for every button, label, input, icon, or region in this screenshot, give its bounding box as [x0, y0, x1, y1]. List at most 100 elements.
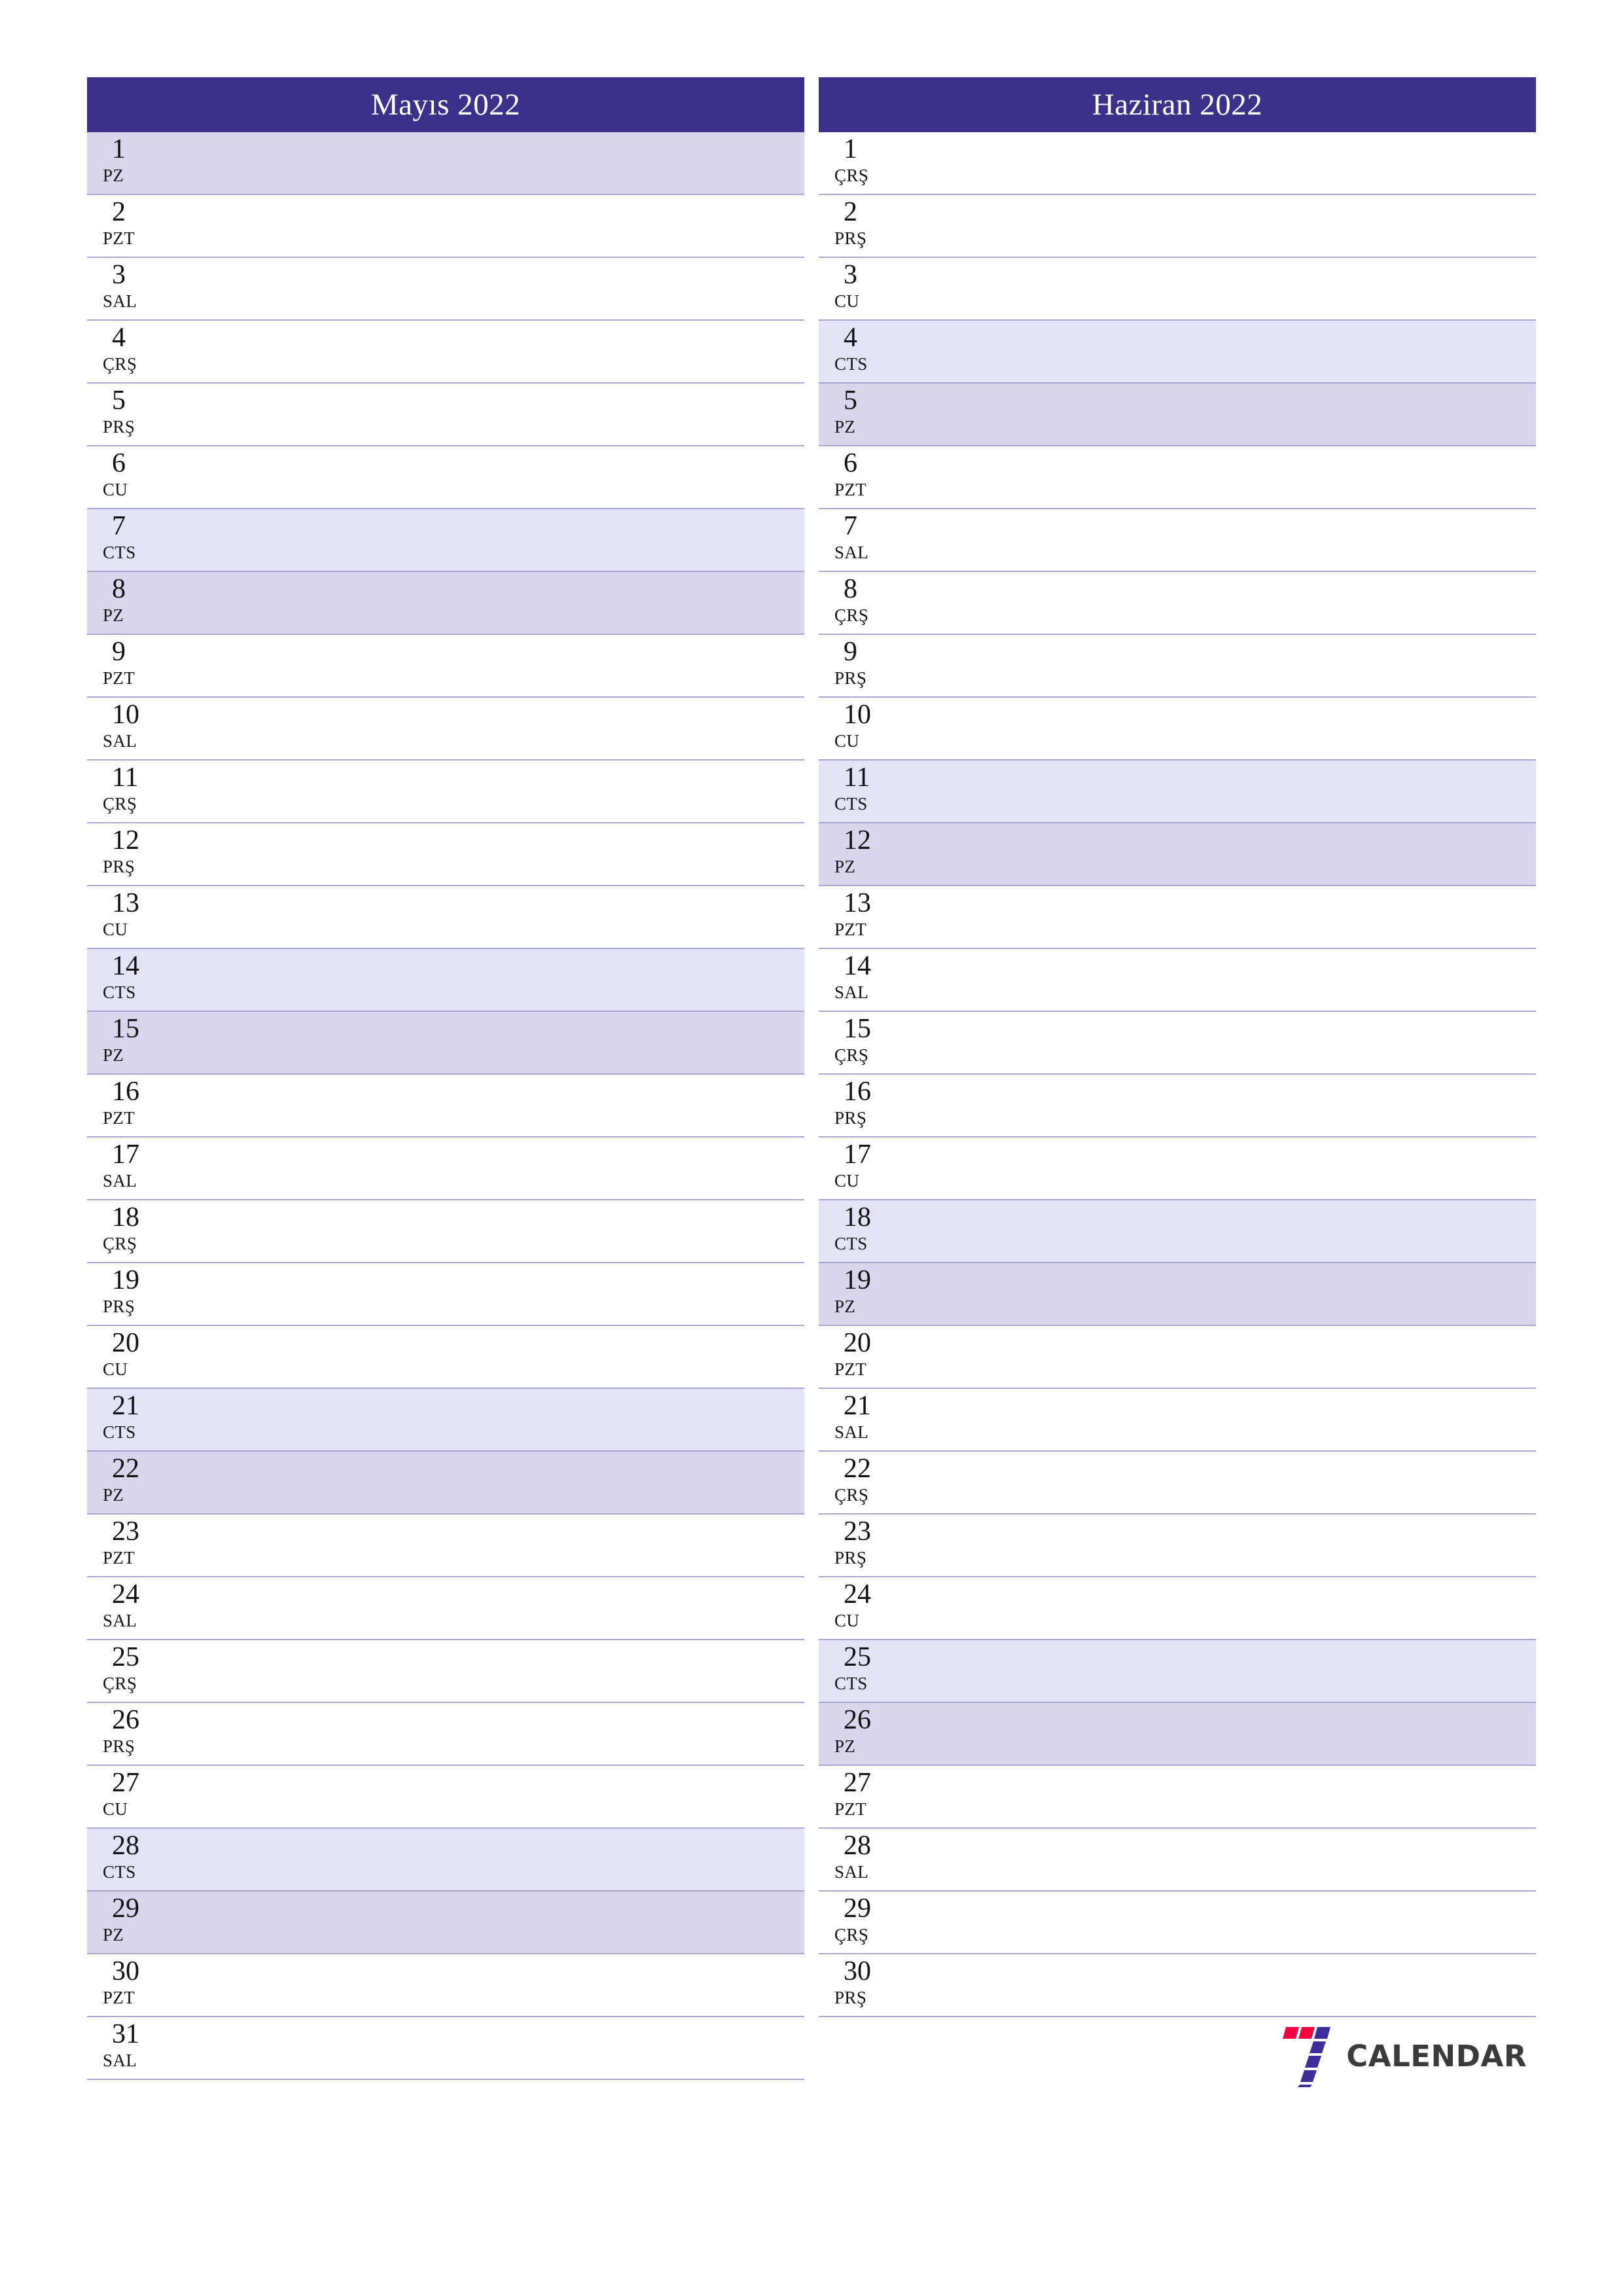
day-number: 10 [844, 700, 871, 730]
day-row[interactable]: 16 PZT [87, 1075, 804, 1138]
day-weekday-abbr: ÇRŞ [834, 166, 869, 185]
day-row[interactable]: 9 PRŞ [819, 635, 1536, 698]
day-weekday-abbr: PZ [103, 605, 124, 625]
day-number: 15 [112, 1014, 139, 1044]
day-row[interactable]: 11 CTS [819, 761, 1536, 823]
day-row[interactable]: 23 PRŞ [819, 1515, 1536, 1577]
day-row[interactable]: 24 CU [819, 1577, 1536, 1640]
day-weekday-abbr: PRŞ [103, 1297, 135, 1316]
day-row[interactable]: 22 PZ [87, 1452, 804, 1515]
day-row[interactable]: 12 PZ [819, 823, 1536, 886]
day-row[interactable]: 10 CU [819, 698, 1536, 761]
day-row[interactable]: 6 CU [87, 446, 804, 509]
day-row[interactable]: 1 ÇRŞ [819, 132, 1536, 195]
calendar-logo[interactable]: CALENDAR [1275, 2024, 1527, 2087]
day-weekday-abbr: CU [834, 1171, 860, 1191]
day-row[interactable]: 24 SAL [87, 1577, 804, 1640]
day-row[interactable]: 13 CU [87, 886, 804, 949]
day-row[interactable]: 17 SAL [87, 1138, 804, 1200]
day-weekday-abbr: PRŞ [834, 1548, 867, 1568]
day-row[interactable]: 29 ÇRŞ [819, 1892, 1536, 1954]
day-row[interactable]: 8 ÇRŞ [819, 572, 1536, 635]
day-list: 1 PZ 2 PZT 3 SAL 4 ÇRŞ 5 PRŞ 6 CU 7 CTS … [87, 132, 804, 2080]
day-row[interactable]: 8 PZ [87, 572, 804, 635]
day-number: 9 [844, 637, 857, 667]
day-weekday-abbr: PZ [103, 166, 124, 185]
day-row[interactable]: 5 PZ [819, 384, 1536, 446]
day-row[interactable]: 7 CTS [87, 509, 804, 572]
day-number: 29 [112, 1893, 139, 1924]
day-number: 22 [112, 1454, 139, 1484]
day-row[interactable]: 12 PRŞ [87, 823, 804, 886]
day-row[interactable]: 11 ÇRŞ [87, 761, 804, 823]
day-number: 21 [112, 1391, 139, 1421]
day-row[interactable]: 1 PZ [87, 132, 804, 195]
day-number: 18 [844, 1202, 871, 1232]
day-weekday-abbr: PRŞ [103, 1736, 135, 1756]
day-row[interactable]: 13 PZT [819, 886, 1536, 949]
day-weekday-abbr: CU [103, 1359, 128, 1379]
day-row[interactable]: 20 PZT [819, 1326, 1536, 1389]
day-row[interactable]: 19 PRŞ [87, 1263, 804, 1326]
day-row[interactable]: 30 PRŞ [819, 1954, 1536, 2017]
day-row[interactable]: 31 SAL [87, 2017, 804, 2080]
day-weekday-abbr: PZT [834, 1799, 867, 1819]
day-weekday-abbr: SAL [103, 1611, 137, 1630]
day-weekday-abbr: PZT [834, 920, 867, 939]
day-row[interactable]: 2 PRŞ [819, 195, 1536, 258]
day-number: 12 [112, 825, 139, 855]
day-row[interactable]: 26 PZ [819, 1703, 1536, 1766]
day-row[interactable]: 27 PZT [819, 1766, 1536, 1829]
day-row[interactable]: 30 PZT [87, 1954, 804, 2017]
day-weekday-abbr: SAL [103, 291, 137, 311]
day-row[interactable]: 20 CU [87, 1326, 804, 1389]
day-number: 24 [112, 1579, 139, 1609]
day-number: 28 [844, 1831, 871, 1861]
day-row[interactable]: 2 PZT [87, 195, 804, 258]
day-row[interactable]: 14 SAL [819, 949, 1536, 1012]
day-weekday-abbr: PZT [103, 1988, 135, 2007]
day-row[interactable]: 23 PZT [87, 1515, 804, 1577]
day-number: 8 [112, 574, 126, 604]
day-number: 30 [112, 1956, 139, 1986]
day-row[interactable]: 26 PRŞ [87, 1703, 804, 1766]
month-column: Haziran 2022 1 ÇRŞ 2 PRŞ 3 CU 4 CTS 5 PZ… [819, 77, 1536, 2094]
day-row[interactable]: 19 PZ [819, 1263, 1536, 1326]
day-weekday-abbr: PRŞ [834, 1108, 867, 1128]
day-row[interactable]: 17 CU [819, 1138, 1536, 1200]
day-row[interactable]: 7 SAL [819, 509, 1536, 572]
day-row[interactable]: 15 PZ [87, 1012, 804, 1075]
day-row[interactable]: 3 CU [819, 258, 1536, 321]
day-weekday-abbr: CTS [834, 794, 868, 814]
day-row[interactable]: 18 ÇRŞ [87, 1200, 804, 1263]
day-weekday-abbr: ÇRŞ [103, 354, 137, 374]
day-number: 28 [112, 1831, 139, 1861]
day-row[interactable]: 25 CTS [819, 1640, 1536, 1703]
day-row[interactable]: 21 CTS [87, 1389, 804, 1452]
day-weekday-abbr: PZT [103, 668, 135, 688]
day-row[interactable]: 22 ÇRŞ [819, 1452, 1536, 1515]
day-number: 3 [112, 260, 126, 290]
day-row[interactable]: 6 PZT [819, 446, 1536, 509]
day-row[interactable]: 16 PRŞ [819, 1075, 1536, 1138]
day-row[interactable]: 18 CTS [819, 1200, 1536, 1263]
day-row[interactable]: 4 ÇRŞ [87, 321, 804, 384]
day-row[interactable]: 21 SAL [819, 1389, 1536, 1452]
day-number: 2 [112, 197, 126, 227]
day-row[interactable]: 25 ÇRŞ [87, 1640, 804, 1703]
day-row[interactable]: 3 SAL [87, 258, 804, 321]
day-number: 14 [112, 951, 139, 981]
month-header: Haziran 2022 [819, 77, 1536, 132]
day-row[interactable]: 28 CTS [87, 1829, 804, 1892]
day-row[interactable]: 4 CTS [819, 321, 1536, 384]
day-row[interactable]: 9 PZT [87, 635, 804, 698]
day-row[interactable]: 29 PZ [87, 1892, 804, 1954]
day-row[interactable]: 10 SAL [87, 698, 804, 761]
day-number: 5 [112, 386, 126, 416]
day-row[interactable]: 5 PRŞ [87, 384, 804, 446]
day-row[interactable]: 15 ÇRŞ [819, 1012, 1536, 1075]
day-weekday-abbr: PRŞ [834, 668, 867, 688]
day-row[interactable]: 27 CU [87, 1766, 804, 1829]
day-row[interactable]: 14 CTS [87, 949, 804, 1012]
day-row[interactable]: 28 SAL [819, 1829, 1536, 1892]
